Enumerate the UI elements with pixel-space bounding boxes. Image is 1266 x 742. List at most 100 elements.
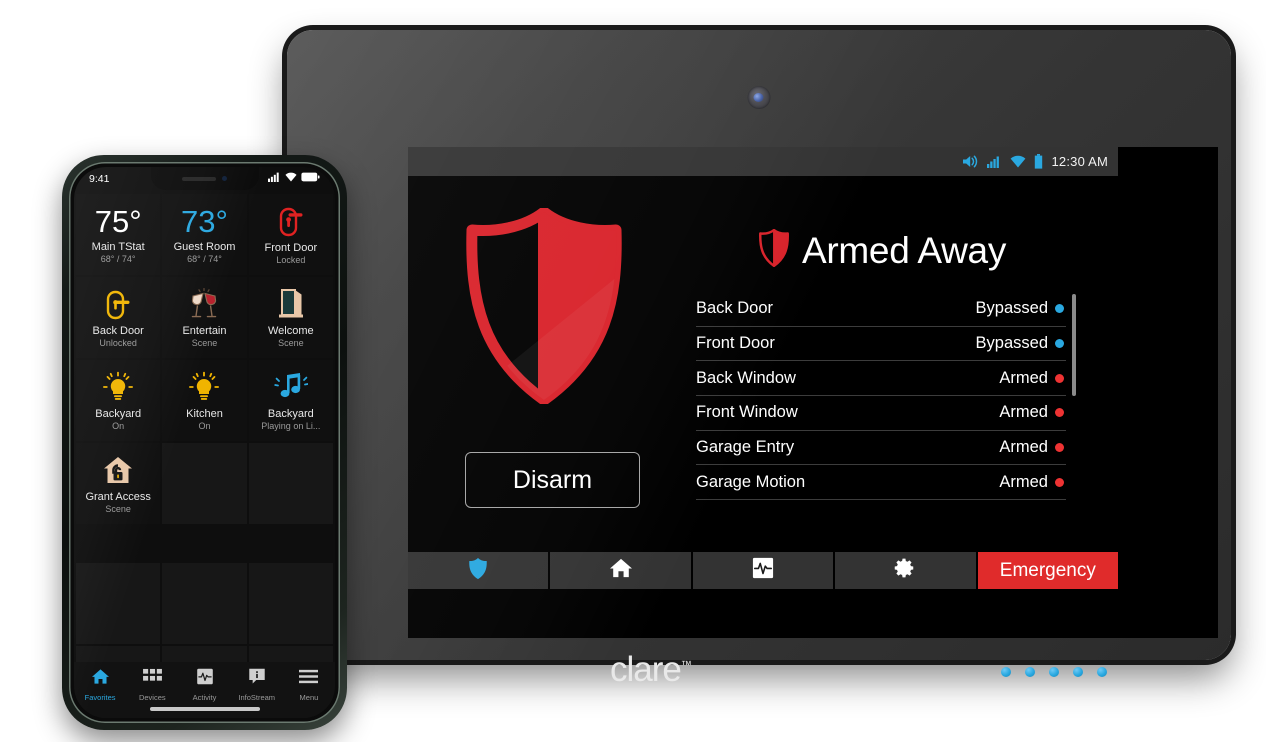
zone-status: Armed <box>999 438 1048 457</box>
table-row[interactable]: Garage Motion Armed <box>696 465 1066 501</box>
phone-device: 9:41 75° Main TStat 68° / 74° 73° Guest … <box>62 155 347 730</box>
tile-guest-room[interactable]: 73° Guest Room 68° / 74° <box>162 194 247 275</box>
tab-label: InfoStream <box>238 693 276 702</box>
table-row[interactable]: Front Door Bypassed <box>696 327 1066 362</box>
page-dot[interactable] <box>1097 667 1107 677</box>
tile-subtitle: 68° / 74° <box>100 253 136 264</box>
house-lock-icon <box>102 453 134 487</box>
temperature-value: 75° <box>94 203 142 239</box>
battery-icon <box>1034 154 1043 169</box>
tile-kitchen-light[interactable]: Kitchen On <box>162 360 247 441</box>
tile-title: Main TStat <box>91 240 145 253</box>
zone-status: Armed <box>999 403 1048 422</box>
info-chat-icon <box>248 668 266 690</box>
tile-subtitle: On <box>112 421 125 431</box>
page-indicator-dots[interactable] <box>1001 667 1107 677</box>
favorites-tile-grid: 75° Main TStat 68° / 74° 73° Guest Room … <box>74 194 335 524</box>
signal-icon <box>268 172 281 185</box>
tile-grant-access[interactable]: Grant Access Scene <box>76 443 161 524</box>
wifi-icon <box>1010 155 1026 168</box>
page-dot[interactable] <box>1073 667 1083 677</box>
earpiece-speaker-icon <box>182 176 216 181</box>
zone-name: Garage Entry <box>696 438 795 457</box>
temperature-value: 73° <box>181 203 228 239</box>
status-badge <box>1055 339 1064 349</box>
tile-front-door[interactable]: Front Door Locked <box>248 194 333 275</box>
tablet-device: 12:30 AM Armed Away Back Door Bypassed F… <box>287 30 1231 689</box>
zone-status: Armed <box>999 472 1048 491</box>
volume-icon <box>962 154 979 169</box>
tile-welcome-scene[interactable]: Welcome Scene <box>248 277 333 358</box>
table-row[interactable]: Front Window Armed <box>696 396 1066 431</box>
nav-security-button[interactable] <box>408 552 549 589</box>
table-row[interactable]: Back Window Armed <box>696 361 1066 397</box>
shield-icon <box>460 206 628 409</box>
music-notes-icon <box>274 370 308 404</box>
tile-title: Backyard <box>95 408 142 420</box>
tile-subtitle: Scene <box>105 504 131 514</box>
shield-icon <box>468 557 488 585</box>
tile-title: Entertain <box>182 325 227 337</box>
tile-entertain-scene[interactable]: Entertain Scene <box>162 277 247 358</box>
activity-icon <box>752 557 774 584</box>
page-dot[interactable] <box>1049 667 1059 677</box>
lock-locked-icon <box>277 204 305 238</box>
home-icon <box>91 668 110 690</box>
phone-body: 9:41 75° Main TStat 68° / 74° 73° Guest … <box>69 162 340 723</box>
tab-menu[interactable]: Menu <box>283 668 335 702</box>
zone-status: Armed <box>999 368 1048 387</box>
signal-icon <box>987 155 1002 168</box>
tile-title: Front Door <box>264 242 318 254</box>
zone-name: Front Window <box>696 403 798 422</box>
clare-logo: clare™ <box>610 650 692 689</box>
wifi-icon <box>285 172 297 185</box>
phone-screen: 9:41 75° Main TStat 68° / 74° 73° Guest … <box>74 167 335 718</box>
security-panel: Armed Away Back Door Bypassed Front Door <box>408 176 1119 638</box>
tile-backyard-light[interactable]: Backyard On <box>76 360 161 441</box>
tile-backyard-music[interactable]: Backyard Playing on Li... <box>248 360 333 441</box>
tile-subtitle: Playing on Li... <box>261 421 321 431</box>
home-indicator[interactable] <box>149 707 260 711</box>
nav-activity-button[interactable] <box>692 552 834 589</box>
tab-devices[interactable]: Devices <box>126 668 178 702</box>
tile-title: Backyard <box>267 408 314 420</box>
trademark-mark: ™ <box>680 659 692 672</box>
tile-back-door[interactable]: Back Door Unlocked <box>76 277 161 358</box>
front-camera-icon <box>222 176 227 181</box>
tile-title: Welcome <box>268 325 314 337</box>
status-badge <box>1055 408 1064 418</box>
page-dot[interactable] <box>1001 667 1011 677</box>
tile-empty <box>162 563 247 644</box>
shield-icon <box>758 228 790 272</box>
home-icon <box>609 557 633 584</box>
tile-subtitle: Unlocked <box>99 338 137 348</box>
zone-name: Back Window <box>696 368 796 387</box>
page-dot[interactable] <box>1025 667 1035 677</box>
nav-home-button[interactable] <box>550 552 691 589</box>
zone-list-scrollbar[interactable] <box>1072 294 1076 396</box>
tile-title: Grant Access <box>85 491 151 503</box>
tile-title: Back Door <box>92 325 144 337</box>
zone-name: Back Door <box>696 299 774 318</box>
grid-icon <box>142 668 162 690</box>
open-door-icon <box>276 287 306 321</box>
status-badge <box>1055 443 1064 453</box>
zone-list: Back Door Bypassed Front Door Bypassed B… <box>696 292 1066 501</box>
tile-empty <box>162 443 247 524</box>
table-row[interactable]: Garage Entry Armed <box>696 431 1066 466</box>
emergency-button[interactable]: Emergency <box>977 552 1119 589</box>
tile-empty <box>248 443 333 524</box>
tablet-camera-icon <box>747 86 771 109</box>
status-badge <box>1055 477 1064 487</box>
table-row[interactable]: Back Door Bypassed <box>696 292 1066 327</box>
tablet-clock: 12:30 AM <box>1051 154 1108 169</box>
tab-favorites[interactable]: Favorites <box>74 668 126 702</box>
tab-infostream[interactable]: InfoStream <box>231 668 283 702</box>
tile-main-tstat[interactable]: 75° Main TStat 68° / 74° <box>76 194 161 275</box>
hamburger-icon <box>299 668 319 690</box>
disarm-button[interactable]: Disarm <box>465 452 640 508</box>
tab-activity[interactable]: Activity <box>178 668 230 702</box>
tile-subtitle: 68° / 74° <box>187 253 222 264</box>
armed-status-header: Armed Away <box>758 228 1006 272</box>
nav-settings-button[interactable] <box>835 552 976 589</box>
